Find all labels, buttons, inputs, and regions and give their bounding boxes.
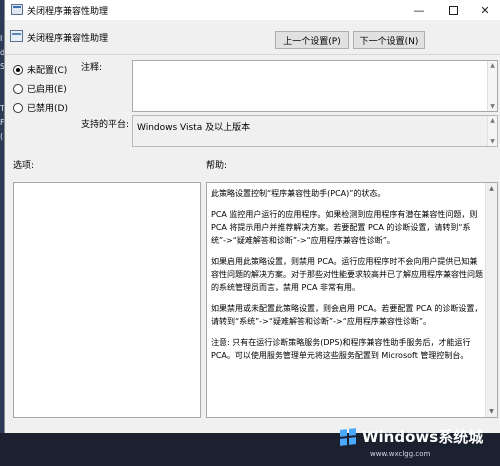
comment-label: 注释: [81,63,103,73]
help-panel[interactable]: 此策略设置控制“程序兼容性助手(PCA)”的状态。 PCA 监控用户运行的应用程… [206,182,498,418]
radio-button[interactable] [13,83,23,94]
options-label: 选项: [13,161,35,171]
radio-disabled[interactable]: 已禁用(D) [13,101,68,114]
platform-label: 支持的平台: [81,120,130,130]
help-paragraph: 此策略设置控制“程序兼容性助手(PCA)”的状态。 [211,189,386,198]
help-text: 此策略设置控制“程序兼容性助手(PCA)”的状态。 PCA 监控用户运行的应用程… [211,187,483,370]
scroll-up-icon[interactable]: ▲ [488,117,497,124]
help-paragraph: 注意: 只有在运行诊断策略服务(DPS)和程序兼容性助手服务后，才能运行 PCA… [211,338,471,360]
scroll-up-icon[interactable]: ▲ [486,185,497,192]
title-bar[interactable]: 关闭程序兼容性助理 — ✕ [5,0,500,20]
help-scrollbar[interactable]: ▲ ▼ [485,183,497,417]
policy-app-icon [11,4,23,15]
windows-logo-icon [340,428,356,446]
previous-setting-button[interactable]: 上一个设置(P) [275,31,349,49]
scroll-down-icon[interactable]: ▼ [486,408,497,415]
radio-button-selected[interactable] [13,64,23,75]
help-paragraph: 如果禁用或未配置此策略设置，则会启用 PCA。若要配置 PCA 的诊断设置，请转… [211,304,483,326]
policy-setting-icon [10,30,23,42]
radio-label: 未配置(C) [27,66,68,76]
radio-not-configured[interactable]: 未配置(C) [13,63,67,76]
help-paragraph: 如果启用此策略设置，则禁用 PCA。运行应用程序时不会向用户提供已知兼容性问题的… [211,257,483,292]
scroll-down-icon[interactable]: ▼ [488,103,497,110]
platform-scrollbar[interactable]: ▲ ▼ [487,116,497,146]
watermark-brand: Windows系统城 [362,428,484,446]
window-title: 关闭程序兼容性助理 [27,7,109,17]
maximize-icon [448,5,458,15]
radio-label: 已启用(E) [27,85,67,95]
policy-editor-window: 关闭程序兼容性助理 — ✕ 关闭程序兼容性助理 上一个设置(P) 下一个设置(N… [4,0,500,433]
header-divider [5,54,500,55]
next-setting-button[interactable]: 下一个设置(N) [353,31,425,49]
setting-name: 关闭程序兼容性助理 [27,34,109,44]
radio-label: 已禁用(D) [27,104,68,114]
scroll-down-icon[interactable]: ▼ [488,138,497,145]
radio-enabled[interactable]: 已启用(E) [13,82,67,95]
scroll-up-icon[interactable]: ▲ [488,62,497,69]
close-button[interactable]: ✕ [469,0,500,20]
help-label: 帮助: [206,161,228,171]
minimize-button[interactable]: — [403,0,435,20]
maximize-button[interactable] [437,0,469,20]
watermark-url: www.wxclgg.com [370,450,431,458]
help-paragraph: PCA 监控用户运行的应用程序。如果检测到应用程序有潜在兼容性问题，则 PCA … [211,210,478,245]
options-panel [13,182,201,418]
comment-textarea[interactable]: ▲ ▼ [132,60,498,112]
platform-value: Windows Vista 及以上版本 [137,123,251,133]
platform-field: Windows Vista 及以上版本 ▲ ▼ [132,115,498,147]
comment-scrollbar[interactable]: ▲ ▼ [487,61,497,111]
radio-button[interactable] [13,102,23,113]
